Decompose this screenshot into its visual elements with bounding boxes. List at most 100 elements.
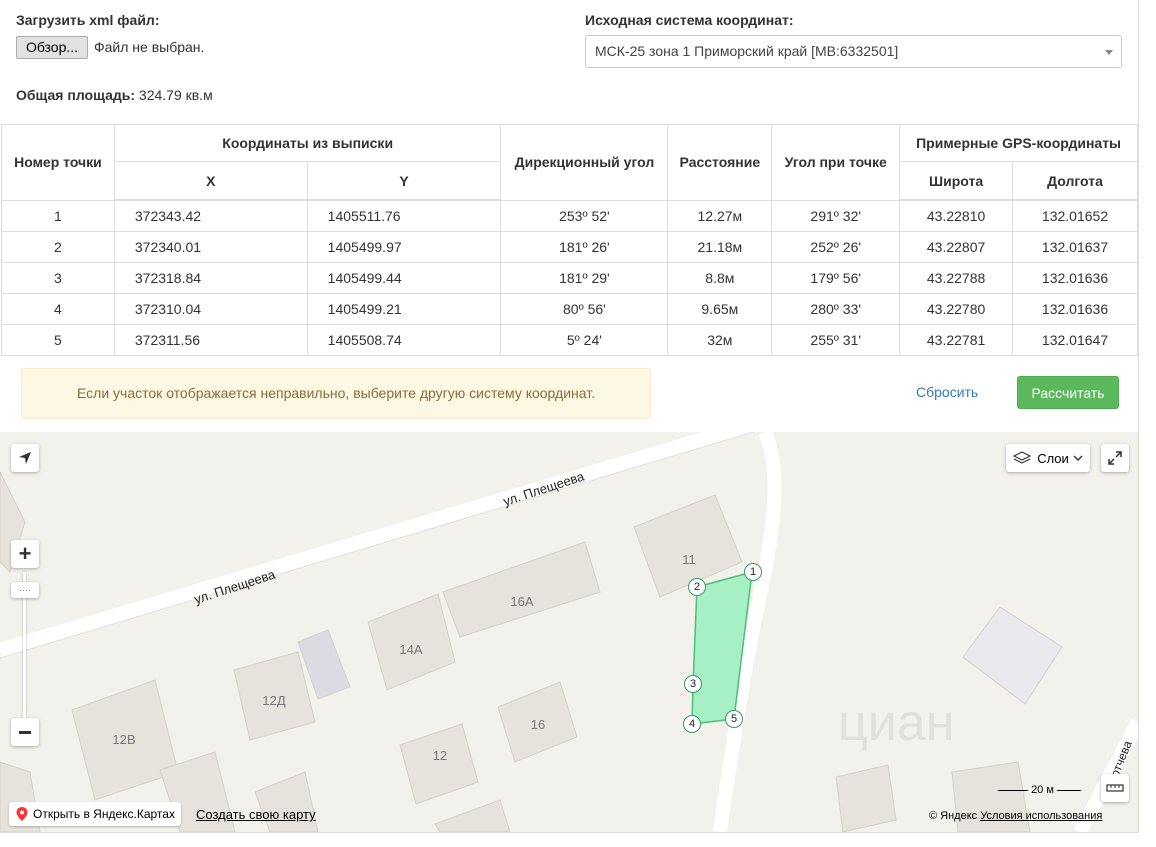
map-view[interactable]: циан ул. Плещеева ул. Плещеева ютчева 11… [0, 432, 1138, 832]
vertex-marker[interactable]: 1 [744, 563, 762, 581]
cell-direction: 5º 24' [500, 324, 669, 356]
th-coords: Координаты из выписки [113, 124, 502, 162]
cell-y: 1405508.74 [306, 324, 502, 356]
vertex-marker[interactable]: 2 [688, 578, 706, 596]
table-row: 4 372310.04 1405499.21 80º 56' 9.65м 280… [1, 293, 1138, 325]
vertex-marker[interactable]: 5 [725, 710, 743, 728]
cell-lon: 132.01647 [1012, 324, 1138, 356]
zoom-in-button[interactable]: + [11, 540, 39, 568]
cell-lon: 132.01652 [1012, 199, 1138, 232]
building-number: 12Д [262, 693, 285, 708]
open-yandex-maps-link[interactable]: Открыть в Яндекс.Картах [9, 802, 181, 826]
th-point-num: Номер точки [1, 124, 115, 201]
cell-distance: 8.8м [667, 262, 773, 294]
building-number: 11 [682, 552, 696, 567]
coord-system-select[interactable]: МСК-25 зона 1 Приморский край [MB:633250… [585, 35, 1122, 68]
scale-line [998, 789, 1028, 791]
th-distance: Расстояние [667, 124, 773, 201]
th-direction: Дирекционный угол [500, 124, 669, 201]
cell-num: 1 [1, 199, 115, 232]
total-area-value: 324.79 кв.м [138, 87, 213, 103]
geolocation-button[interactable] [11, 444, 39, 472]
cell-num: 2 [1, 231, 115, 263]
building-number: 16 [531, 717, 545, 732]
cell-angle: 280º 33' [771, 293, 901, 325]
reset-link[interactable]: Сбросить [916, 384, 978, 400]
plus-icon: + [18, 541, 32, 566]
calculate-button[interactable]: Рассчитать [1017, 376, 1119, 409]
layers-button[interactable]: Слои [1006, 444, 1090, 472]
create-map-link[interactable]: Создать свою карту [196, 807, 316, 822]
building-16a [442, 541, 601, 638]
building-number: 12В [112, 732, 135, 747]
th-lon: Долгота [1012, 161, 1138, 201]
scale-line [1056, 789, 1081, 791]
cell-y: 1405499.44 [306, 262, 502, 294]
vertex-marker[interactable]: 4 [683, 715, 701, 733]
form-card: Загрузить xml файл: Обзор... Файл не выб… [0, 0, 1139, 833]
chevron-down-icon [1105, 50, 1113, 55]
cell-y: 1405499.21 [306, 293, 502, 325]
cell-lon: 132.01637 [1012, 231, 1138, 263]
cell-y: 1405511.76 [306, 199, 502, 232]
th-x: X [113, 161, 308, 201]
building-number: 12 [433, 748, 447, 763]
total-area-label: Общая площадь: [16, 87, 136, 103]
th-y: Y [306, 161, 502, 201]
coord-system-label: Исходная система координат: [585, 12, 794, 28]
th-angle: Угол при точке [771, 124, 901, 201]
chevron-down-icon [1073, 455, 1083, 461]
cell-lon: 132.01636 [1012, 262, 1138, 294]
building-br-a [835, 764, 897, 832]
cell-distance: 9.65м [667, 293, 773, 325]
points-table: Номер точки Координаты из выписки Дирекц… [1, 124, 1138, 356]
table-row: 3 372318.84 1405499.44 181º 29' 8.8м 179… [1, 262, 1138, 294]
cian-watermark: циан [838, 694, 954, 752]
cell-x: 372311.56 [113, 324, 308, 356]
expand-icon [1108, 451, 1122, 465]
cell-angle: 255º 31' [771, 324, 901, 356]
cell-distance: 32м [667, 324, 773, 356]
map-copyright: © Яндекс Условия использования [929, 810, 1102, 822]
table-row: 1 372343.42 1405511.76 253º 52' 12.27м 2… [1, 199, 1138, 232]
coord-system-value: МСК-25 зона 1 Приморский край [MB:633250… [595, 43, 899, 59]
grip-icon: ···· [19, 585, 31, 595]
cell-x: 372318.84 [113, 262, 308, 294]
cell-y: 1405499.97 [306, 231, 502, 263]
ruler-icon [1106, 784, 1124, 792]
building-12 [399, 723, 479, 805]
building-bottom-c [434, 799, 511, 832]
vertex-marker[interactable]: 3 [684, 675, 702, 693]
copyright-text: © Яндекс [929, 810, 978, 822]
cell-distance: 21.18м [667, 231, 773, 263]
cell-lat: 43.22780 [899, 293, 1014, 325]
file-status: Файл не выбран. [94, 39, 205, 55]
cell-lat: 43.22807 [899, 231, 1014, 263]
cell-num: 3 [1, 262, 115, 294]
map-pin-icon [16, 807, 28, 821]
cell-direction: 253º 52' [500, 199, 669, 232]
total-area: Общая площадь: 324.79 кв.м [16, 87, 213, 103]
cell-num: 4 [1, 293, 115, 325]
cell-lat: 43.22810 [899, 199, 1014, 232]
map-canvas: циан ул. Плещеева ул. Плещеева ютчева 11… [0, 432, 1138, 832]
cell-direction: 80º 56' [500, 293, 669, 325]
terms-link[interactable]: Условия использования [980, 810, 1102, 822]
cell-angle: 252º 26' [771, 231, 901, 263]
ruler-button[interactable] [1101, 774, 1129, 802]
layers-label: Слои [1037, 450, 1069, 466]
fullscreen-button[interactable] [1101, 444, 1129, 472]
building-number: 14А [399, 642, 422, 657]
cell-angle: 179º 56' [771, 262, 901, 294]
cell-direction: 181º 26' [500, 231, 669, 263]
cell-distance: 12.27м [667, 199, 773, 232]
zoom-out-button[interactable] [11, 718, 39, 746]
building-bottom-b [254, 771, 319, 832]
location-arrow-icon [19, 452, 31, 464]
cell-lon: 132.01636 [1012, 293, 1138, 325]
cell-lat: 43.22788 [899, 262, 1014, 294]
browse-button[interactable]: Обзор... [16, 36, 88, 59]
zoom-handle[interactable]: ···· [11, 582, 39, 598]
building-number: 16А [510, 594, 533, 609]
cell-direction: 181º 29' [500, 262, 669, 294]
